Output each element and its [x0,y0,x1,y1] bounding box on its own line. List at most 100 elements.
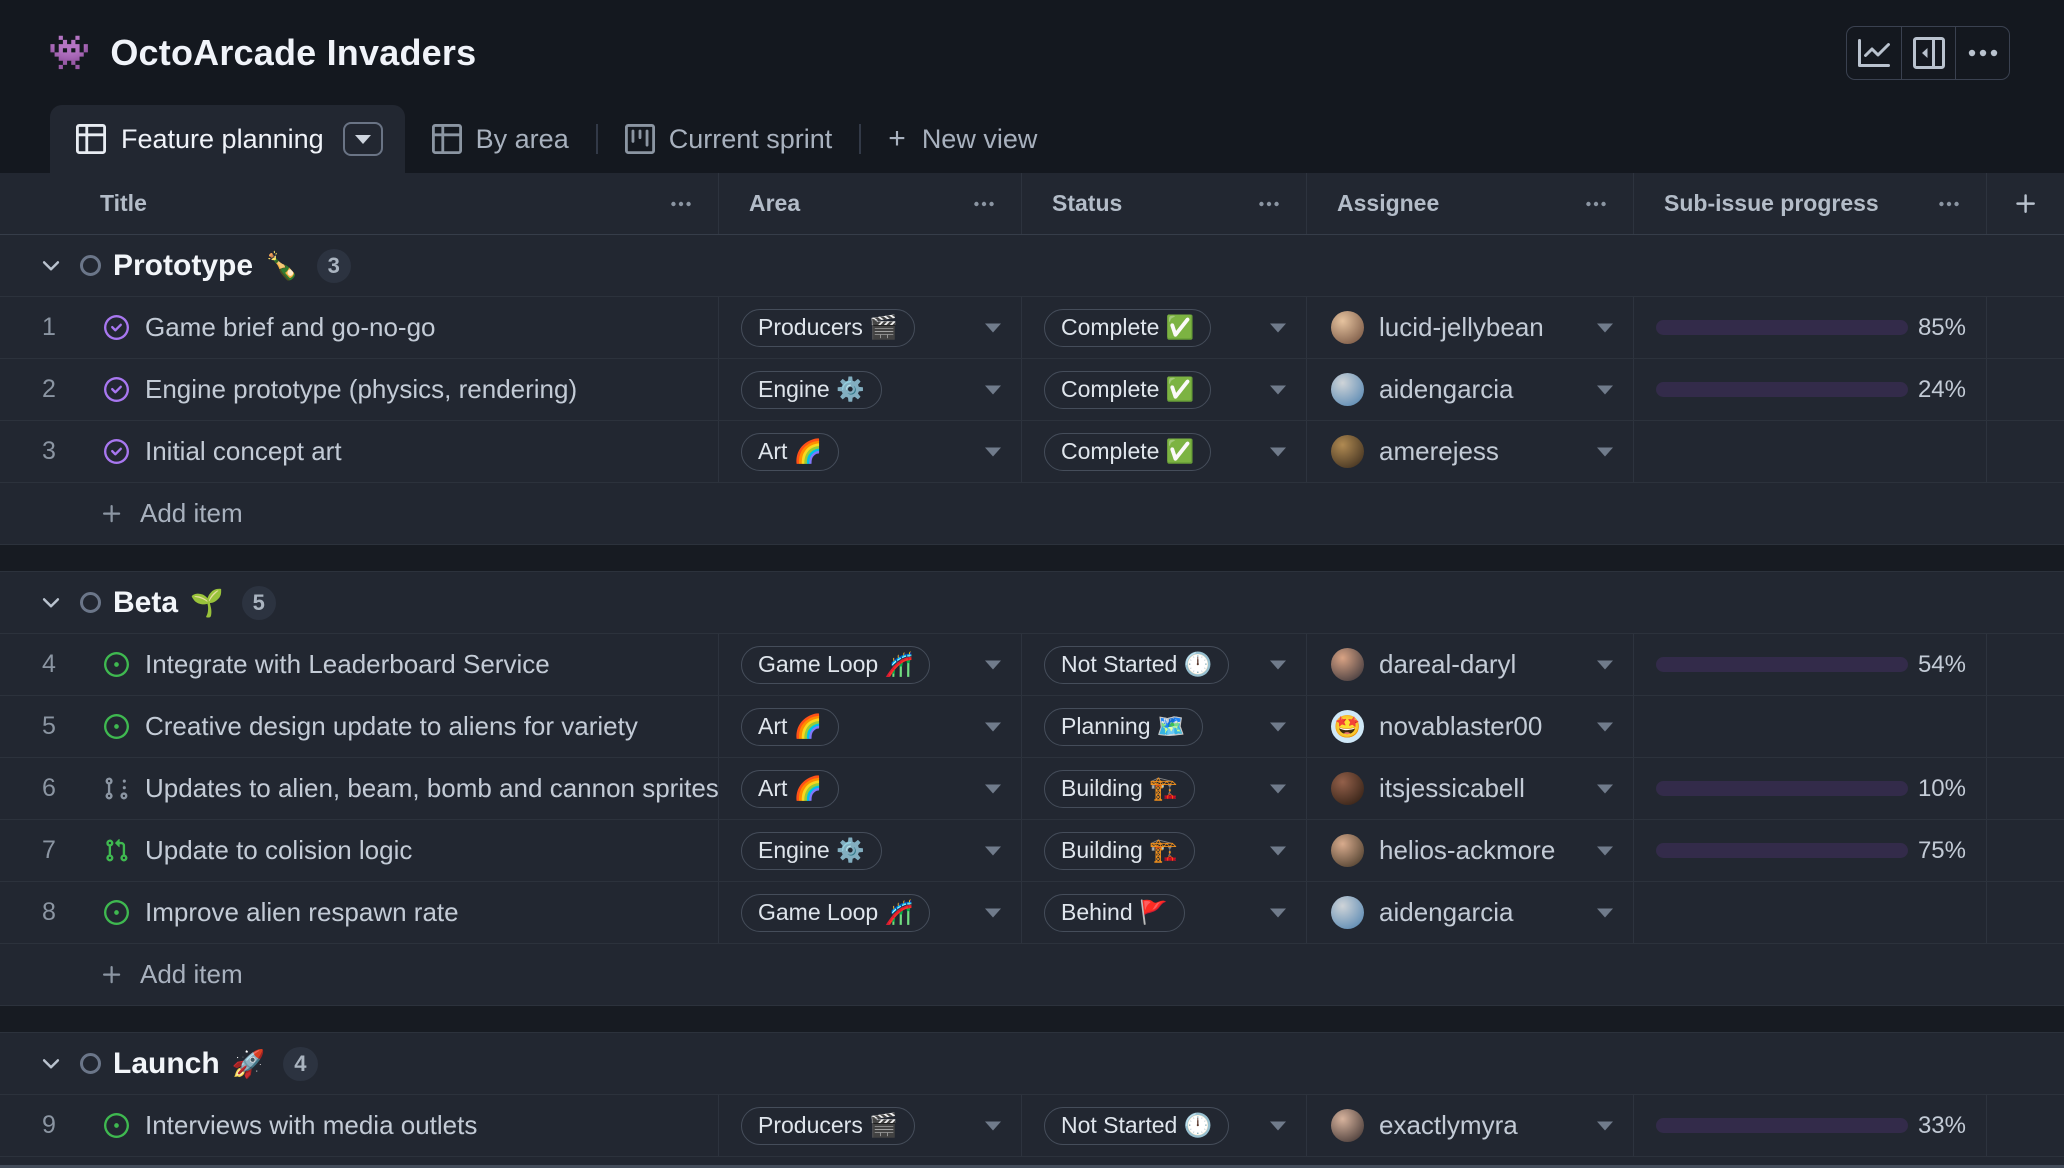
status-cell[interactable]: Building 🏗️ [1021,758,1306,819]
issue-title[interactable]: Update to colision logic [145,835,412,866]
chevron-down-icon [1597,1121,1613,1130]
status-cell[interactable]: Complete ✅ [1021,297,1306,358]
area-cell[interactable]: Art 🌈 [718,421,1021,482]
status-pill[interactable]: Complete ✅ [1044,433,1211,471]
table-row[interactable]: 6 Updates to alien, beam, bomb and canno… [0,758,2064,820]
view-tab-bar: Feature planning By area Current sprint … [0,105,2064,173]
status-cell[interactable]: Building 🏗️ [1021,820,1306,881]
column-header-area[interactable]: Area [718,173,1021,234]
area-cell[interactable]: Art 🌈 [718,696,1021,757]
issue-opened-icon [104,714,129,739]
issue-title[interactable]: Interviews with media outlets [145,1110,477,1141]
area-pill[interactable]: Game Loop 🎢 [741,894,930,932]
table-row[interactable]: 4 Integrate with Leaderboard Service Gam… [0,634,2064,696]
area-cell[interactable]: Producers 🎬 [718,297,1021,358]
area-pill[interactable]: Art 🌈 [741,770,839,808]
table-row[interactable]: 8 Improve alien respawn rate Game Loop 🎢… [0,882,2064,944]
status-pill[interactable]: Complete ✅ [1044,371,1211,409]
column-header-progress[interactable]: Sub-issue progress [1633,173,1986,234]
assignee-name: helios-ackmore [1379,835,1555,866]
status-pill[interactable]: Complete ✅ [1044,309,1211,347]
collapse-group-button[interactable] [38,253,64,279]
add-item-button[interactable]: Add item [0,483,2064,545]
issue-title[interactable]: Updates to alien, beam, bomb and cannon … [145,773,718,804]
tab-feature-planning[interactable]: Feature planning [50,105,405,173]
collapse-group-button[interactable] [38,1051,64,1077]
table-row[interactable]: 9 Interviews with media outlets Producer… [0,1095,2064,1157]
issue-title[interactable]: Game brief and go-no-go [145,312,436,343]
status-pill[interactable]: Building 🏗️ [1044,770,1195,808]
progress-cell: 54% [1633,634,1986,695]
issue-title[interactable]: Engine prototype (physics, rendering) [145,374,577,405]
title-cell: 2 Engine prototype (physics, rendering) [0,359,718,420]
table-row[interactable]: 7 Update to colision logic Engine ⚙️ Bui… [0,820,2064,882]
column-menu-icon[interactable] [973,193,995,215]
area-cell[interactable]: Engine ⚙️ [718,359,1021,420]
chevron-down-icon [985,722,1001,731]
area-pill[interactable]: Engine ⚙️ [741,371,882,409]
table-row[interactable]: 3 Initial concept art Art 🌈 Complete ✅ a… [0,421,2064,483]
column-menu-icon[interactable] [1258,193,1280,215]
assignee-cell[interactable]: amerejess [1306,421,1633,482]
avatar [1331,311,1364,344]
area-pill[interactable]: Engine ⚙️ [741,832,882,870]
view-options-button[interactable] [343,122,383,156]
table-row[interactable]: 1 Game brief and go-no-go Producers 🎬 Co… [0,297,2064,359]
area-cell[interactable]: Art 🌈 [718,758,1021,819]
table-row[interactable]: 2 Engine prototype (physics, rendering) … [0,359,2064,421]
area-pill[interactable]: Art 🌈 [741,708,839,746]
new-view-button[interactable]: + New view [861,105,1064,173]
area-pill[interactable]: Game Loop 🎢 [741,646,930,684]
assignee-cell[interactable]: helios-ackmore [1306,820,1633,881]
assignee-cell[interactable]: lucid-jellybean [1306,297,1633,358]
area-cell[interactable]: Engine ⚙️ [718,820,1021,881]
area-pill[interactable]: Producers 🎬 [741,1107,915,1145]
add-column-button[interactable] [1986,173,2064,234]
chevron-down-icon [38,1051,64,1077]
column-header-title[interactable]: Title [0,173,718,234]
insights-button[interactable] [1847,27,1901,79]
status-cell[interactable]: Complete ✅ [1021,421,1306,482]
row-number: 1 [0,313,98,342]
status-pill[interactable]: Not Started 🕛 [1044,1107,1229,1145]
chevron-down-icon [985,784,1001,793]
issue-title[interactable]: Initial concept art [145,436,342,467]
status-cell[interactable]: Behind 🚩 [1021,882,1306,943]
area-cell[interactable]: Game Loop 🎢 [718,882,1021,943]
assignee-cell[interactable]: exactlymyra [1306,1095,1633,1156]
status-pill[interactable]: Behind 🚩 [1044,894,1185,932]
assignee-cell[interactable]: 🤩 novablaster00 [1306,696,1633,757]
status-cell[interactable]: Not Started 🕛 [1021,1095,1306,1156]
assignee-cell[interactable]: aidengarcia [1306,882,1633,943]
area-cell[interactable]: Game Loop 🎢 [718,634,1021,695]
tab-by-area[interactable]: By area [405,105,596,173]
chevron-down-icon [355,135,371,144]
side-panel-button[interactable] [1901,27,1955,79]
status-pill[interactable]: Planning 🗺️ [1044,708,1203,746]
status-cell[interactable]: Complete ✅ [1021,359,1306,420]
assignee-cell[interactable]: aidengarcia [1306,359,1633,420]
issue-title[interactable]: Creative design update to aliens for var… [145,711,638,742]
add-item-button[interactable]: Add item [0,944,2064,1006]
column-header-assignee[interactable]: Assignee [1306,173,1633,234]
area-cell[interactable]: Producers 🎬 [718,1095,1021,1156]
tab-current-sprint[interactable]: Current sprint [598,105,860,173]
status-cell[interactable]: Not Started 🕛 [1021,634,1306,695]
column-menu-icon[interactable] [1938,193,1960,215]
assignee-cell[interactable]: itsjessicabell [1306,758,1633,819]
more-options-button[interactable] [1955,27,2009,79]
progress-cell [1633,696,1986,757]
issue-title[interactable]: Improve alien respawn rate [145,897,459,928]
assignee-cell[interactable]: dareal-daryl [1306,634,1633,695]
column-menu-icon[interactable] [670,193,692,215]
status-pill[interactable]: Not Started 🕛 [1044,646,1229,684]
collapse-group-button[interactable] [38,590,64,616]
column-menu-icon[interactable] [1585,193,1607,215]
column-header-status[interactable]: Status [1021,173,1306,234]
status-pill[interactable]: Building 🏗️ [1044,832,1195,870]
area-pill[interactable]: Art 🌈 [741,433,839,471]
area-pill[interactable]: Producers 🎬 [741,309,915,347]
table-row[interactable]: 5 Creative design update to aliens for v… [0,696,2064,758]
status-cell[interactable]: Planning 🗺️ [1021,696,1306,757]
issue-title[interactable]: Integrate with Leaderboard Service [145,649,550,680]
